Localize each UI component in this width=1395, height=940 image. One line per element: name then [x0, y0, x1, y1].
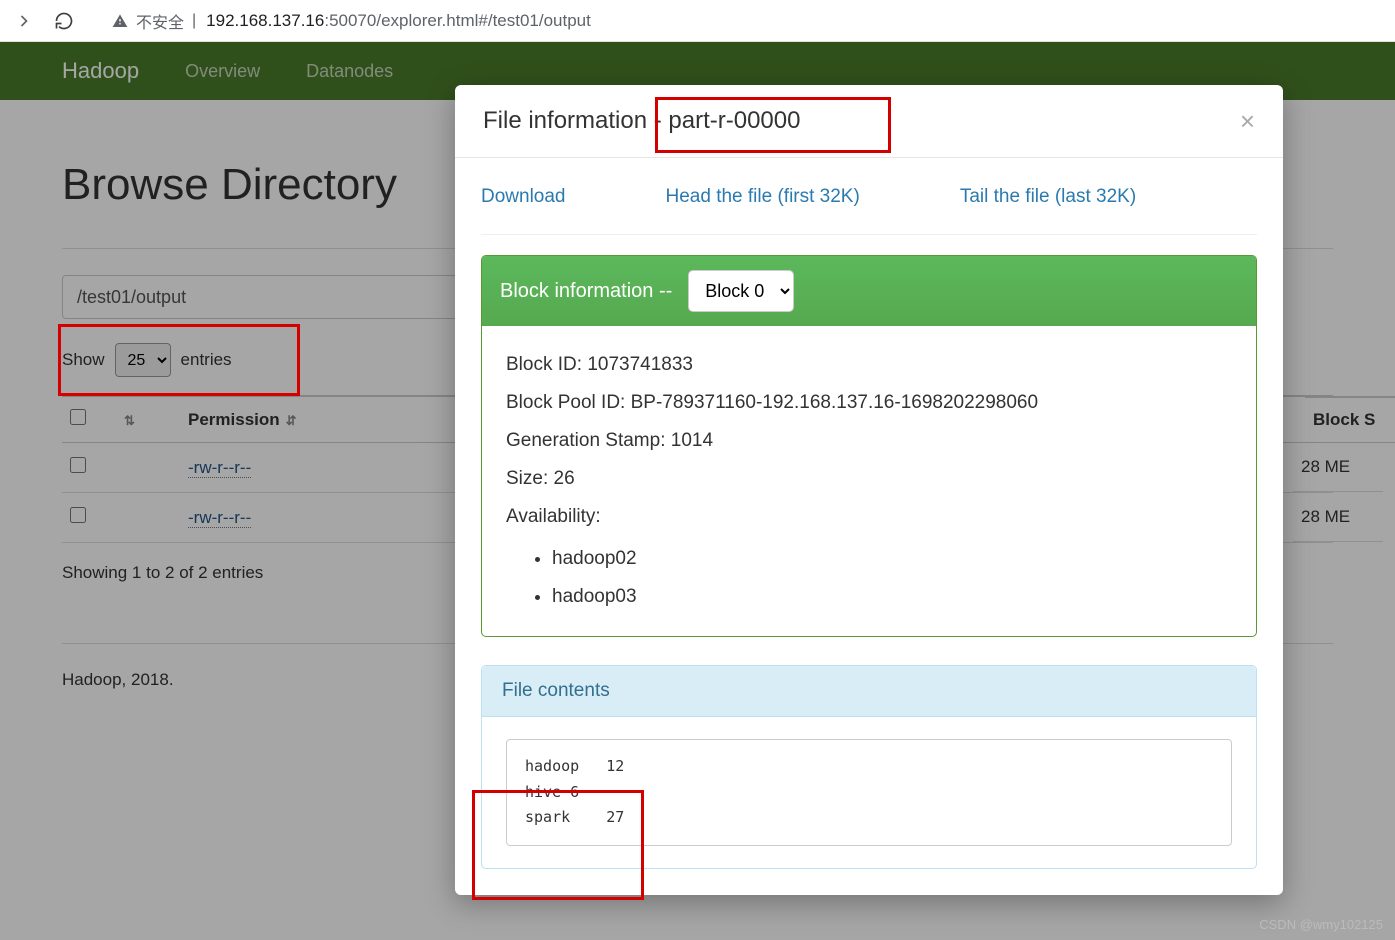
tail-file-link[interactable]: Tail the file (last 32K) — [960, 186, 1136, 208]
availability-list: hadoop02 hadoop03 — [552, 540, 1232, 616]
availability-item: hadoop02 — [552, 540, 1232, 578]
block-id-label: Block ID: — [506, 354, 587, 375]
modal-title: File information - part-r-00000 — [483, 107, 800, 135]
file-contents-label: File contents — [482, 666, 1256, 717]
availability-label: Availability: — [506, 506, 601, 527]
not-secure-label: 不安全 — [136, 9, 184, 33]
download-link[interactable]: Download — [481, 186, 566, 208]
address-bar[interactable]: 不安全 | 192.168.137.16:50070/explorer.html… — [94, 9, 1381, 33]
block-info-body: Block ID: 1073741833 Block Pool ID: BP-7… — [482, 326, 1256, 636]
head-file-link[interactable]: Head the file (first 32K) — [666, 186, 860, 208]
block-info-panel: Block information -- Block 0 Block ID: 1… — [481, 255, 1257, 637]
size-label: Size: — [506, 468, 554, 489]
gen-stamp: 1014 — [671, 430, 713, 451]
gen-stamp-label: Generation Stamp: — [506, 430, 671, 451]
file-contents: hadoop 12 hive 6 spark 27 — [506, 739, 1232, 846]
modal-actions: Download Head the file (first 32K) Tail … — [481, 178, 1257, 235]
close-icon[interactable]: × — [1240, 108, 1255, 134]
block-info-label: Block information -- — [500, 280, 672, 303]
forward-button[interactable] — [14, 11, 34, 31]
block-pool-label: Block Pool ID: — [506, 392, 631, 413]
block-info-header: Block information -- Block 0 — [482, 256, 1256, 326]
reload-button[interactable] — [54, 11, 74, 31]
block-select[interactable]: Block 0 — [688, 270, 794, 312]
watermark: CSDN @wmy102125 — [1259, 917, 1383, 932]
file-contents-panel: File contents hadoop 12 hive 6 spark 27 — [481, 665, 1257, 869]
warning-icon — [112, 13, 128, 29]
file-info-modal: File information - part-r-00000 × Downlo… — [455, 85, 1283, 895]
block-pool-id: BP-789371160-192.168.137.16-169820229806… — [631, 392, 1038, 413]
size-value: 26 — [554, 468, 575, 489]
modal-header: File information - part-r-00000 × — [455, 85, 1283, 158]
block-id: 1073741833 — [587, 354, 693, 375]
browser-chrome: 不安全 | 192.168.137.16:50070/explorer.html… — [0, 0, 1395, 42]
url-text: 192.168.137.16:50070/explorer.html#/test… — [206, 11, 591, 31]
security-indicator[interactable]: 不安全 | — [112, 9, 196, 33]
availability-item: hadoop03 — [552, 578, 1232, 616]
